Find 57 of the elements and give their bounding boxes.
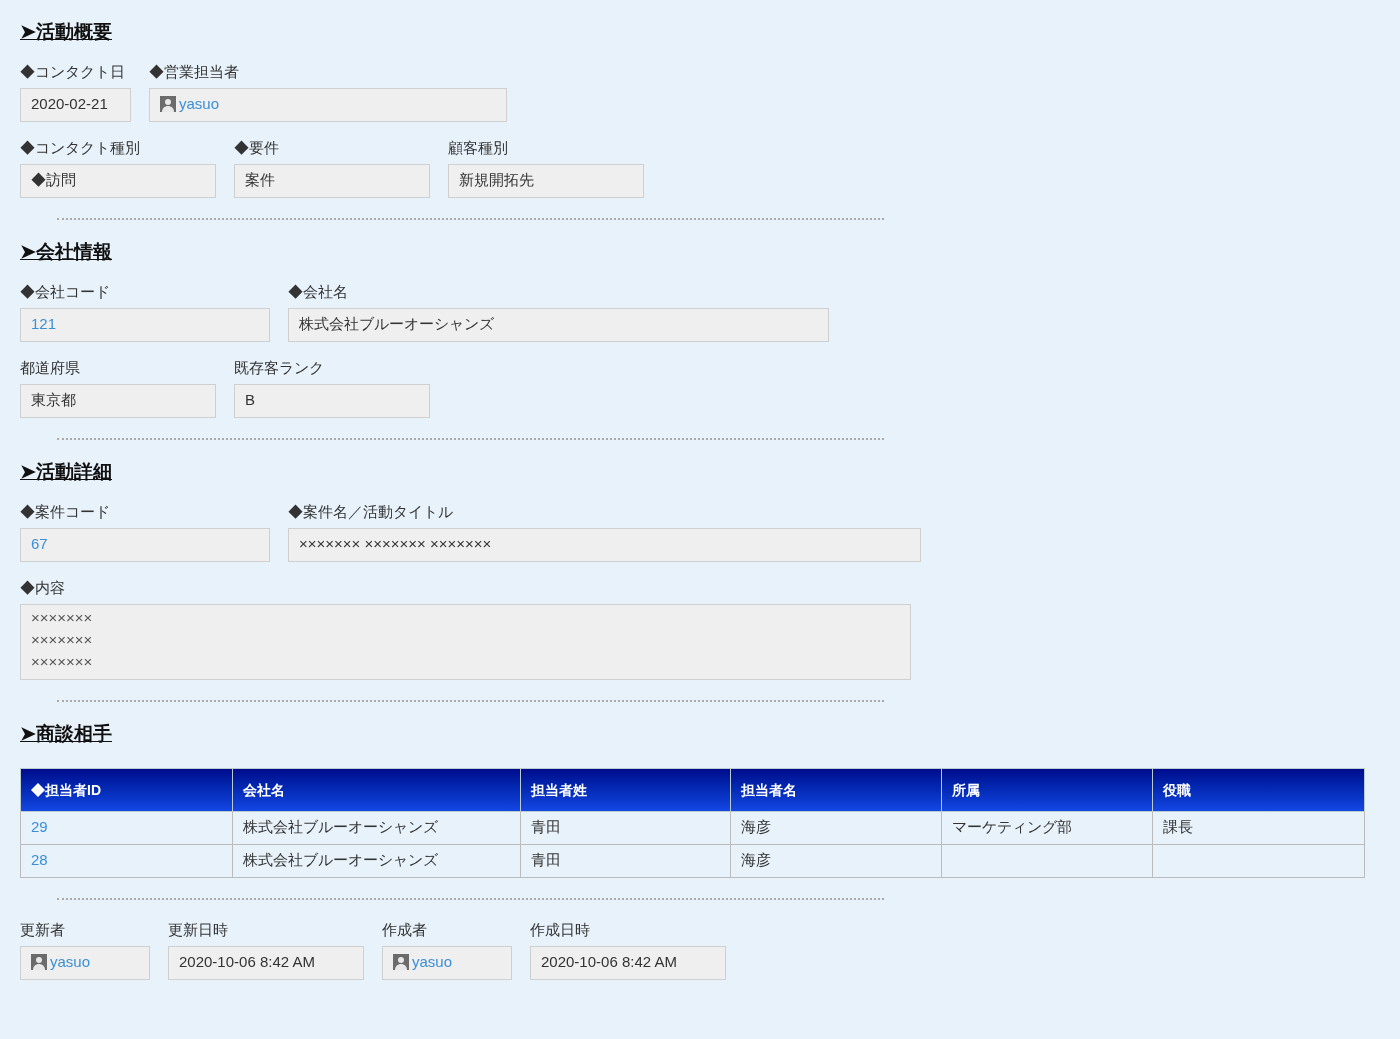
table-cell: 青田 [531,818,561,835]
column-header: 担当者名 [730,768,942,812]
section-title: ➤活動詳細 [20,460,113,484]
field-value: ◆訪問 [31,171,76,188]
code-link[interactable]: 121 [31,315,57,332]
column-header: ◆担当者ID [20,768,233,812]
field-value: 東京都 [31,391,76,408]
field-label: ◆案件コード [20,502,111,522]
contact-id-link[interactable]: 28 [31,851,48,868]
table-cell: 海彦 [741,851,771,868]
table-cell: 海彦 [741,818,771,835]
table-cell: 課長 [1163,818,1193,835]
field-label: 作成者 [382,920,428,940]
user-link[interactable]: yasuo [179,93,220,116]
table-cell: 青田 [531,851,561,868]
field-label: ◆会社名 [288,282,349,302]
field-value: 案件 [245,171,275,188]
column-header: 担当者姓 [520,768,731,812]
field-value: 2020-10-06 8:42 AM [179,953,315,970]
field-label: ◆要件 [234,138,280,158]
field-label: ◆コンタクト日 [20,62,126,82]
field-value: 2020-10-06 8:42 AM [541,953,677,970]
field-value: B [245,391,255,408]
field-label: ◆会社コード [20,282,111,302]
column-header: 所属 [941,768,1153,812]
field-label: 都道府県 [20,358,81,378]
field-label: ◆案件名／活動タイトル [288,502,454,522]
user-icon [393,954,409,971]
field-label: ◆営業担当者 [149,62,240,82]
column-header: 会社名 [232,768,521,812]
table-cell: 株式会社ブルーオーシャンズ [243,851,438,868]
user-icon [160,96,176,113]
table-cell: 株式会社ブルーオーシャンズ [243,818,438,835]
field-label: 作成日時 [530,920,591,940]
field-value: 2020-02-21 [31,95,108,112]
section-title: ➤商談相手 [20,722,113,746]
field-value: ××××××× ××××××× ××××××× [299,535,492,552]
section-title: ➤会社情報 [20,240,113,264]
code-link[interactable]: 67 [31,535,48,552]
field-value: 新規開拓先 [459,171,534,188]
column-header: 役職 [1152,768,1365,812]
field-value: 株式会社ブルーオーシャンズ [299,315,494,332]
content-line: ××××××× [31,608,94,628]
table-cell: マーケティング部 [952,818,1072,835]
user-icon [31,954,47,971]
field-label: 更新者 [20,920,66,940]
field-label: ◆内容 [20,578,66,598]
user-link[interactable]: yasuo [412,951,453,974]
section-title: ➤活動概要 [20,20,113,44]
user-link[interactable]: yasuo [50,951,91,974]
field-label: ◆コンタクト種別 [20,138,141,158]
content-line: ××××××× [31,630,94,650]
field-label: 更新日時 [168,920,229,940]
field-label: 顧客種別 [448,138,509,158]
contact-id-link[interactable]: 29 [31,818,48,835]
field-label: 既存客ランク [234,358,325,378]
content-line: ××××××× [31,652,94,672]
